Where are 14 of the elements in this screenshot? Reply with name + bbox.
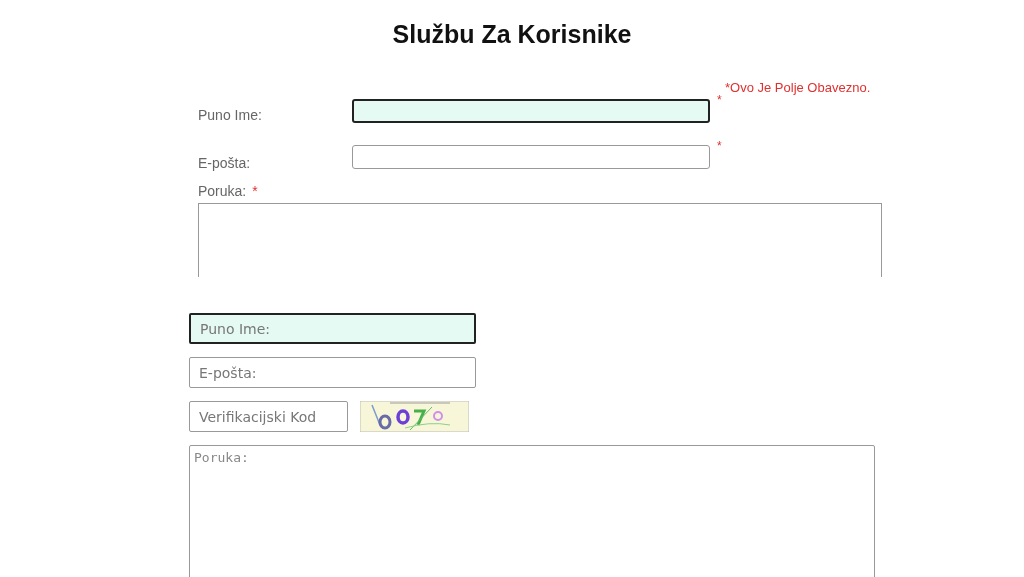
field-label: Puno Ime: xyxy=(198,106,263,123)
verification-code-field[interactable]: Verifikacijski Kod xyxy=(189,401,348,432)
required-mark: * xyxy=(717,139,722,153)
input-field[interactable]: Puno Ime: xyxy=(189,313,476,344)
field-label: E-pošta: xyxy=(198,154,252,171)
required-mark: * xyxy=(252,183,258,201)
input-field[interactable] xyxy=(352,99,710,123)
field-label: Poruka: xyxy=(198,183,247,201)
required-mark: * xyxy=(717,93,722,107)
required-note: *Ovo Je Polje Obavezno. xyxy=(725,80,871,95)
input-field[interactable] xyxy=(352,145,710,169)
message-field[interactable]: Poruka: xyxy=(189,445,875,577)
page-title: Službu Za Korisnike xyxy=(391,19,633,50)
input-field[interactable]: E-pošta: xyxy=(189,357,476,388)
